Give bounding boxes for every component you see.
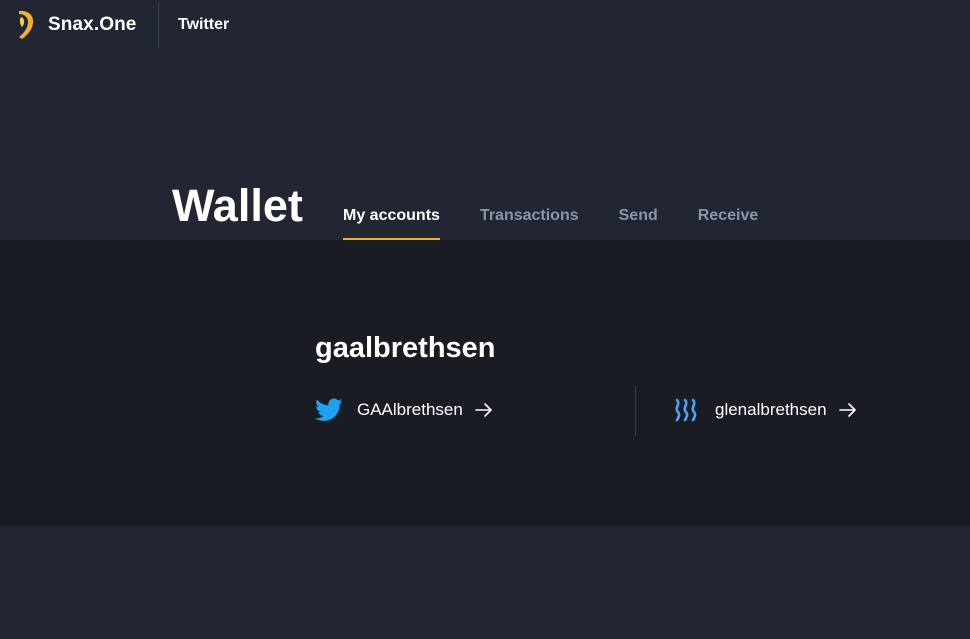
tab-transactions[interactable]: Transactions: [480, 206, 579, 240]
steem-account-link[interactable]: glenalbrethsen: [673, 395, 857, 425]
tab-my-accounts[interactable]: My accounts: [343, 206, 440, 240]
brand-home-link[interactable]: Snax.One: [16, 9, 136, 41]
tab-receive[interactable]: Receive: [698, 206, 759, 240]
accounts-panel: gaalbrethsen GAAlbrethsen glenalbrethsen: [0, 240, 970, 526]
tab-send[interactable]: Send: [619, 206, 658, 240]
twitter-nav-link[interactable]: Twitter: [178, 16, 229, 34]
twitter-account-link[interactable]: GAAlbrethsen: [315, 395, 493, 425]
twitter-bird-icon: [315, 398, 343, 421]
wallet-tabs: My accounts Transactions Send Receive: [343, 206, 798, 240]
brand-name: Snax.One: [48, 14, 137, 35]
arrow-right-icon: [475, 403, 492, 417]
page-title: Wallet: [172, 180, 303, 231]
arrow-right-icon: [838, 403, 856, 417]
snax-logo-icon: [19, 10, 34, 39]
steem-icon: [675, 398, 697, 422]
header-divider: [158, 2, 159, 48]
top-navbar: Snax.One Twitter: [0, 0, 970, 50]
twitter-handle: GAAlbrethsen: [357, 400, 463, 419]
steem-handle: glenalbrethsen: [715, 400, 827, 419]
accounts-divider: [635, 386, 636, 436]
account-name: gaalbrethsen: [315, 332, 496, 364]
